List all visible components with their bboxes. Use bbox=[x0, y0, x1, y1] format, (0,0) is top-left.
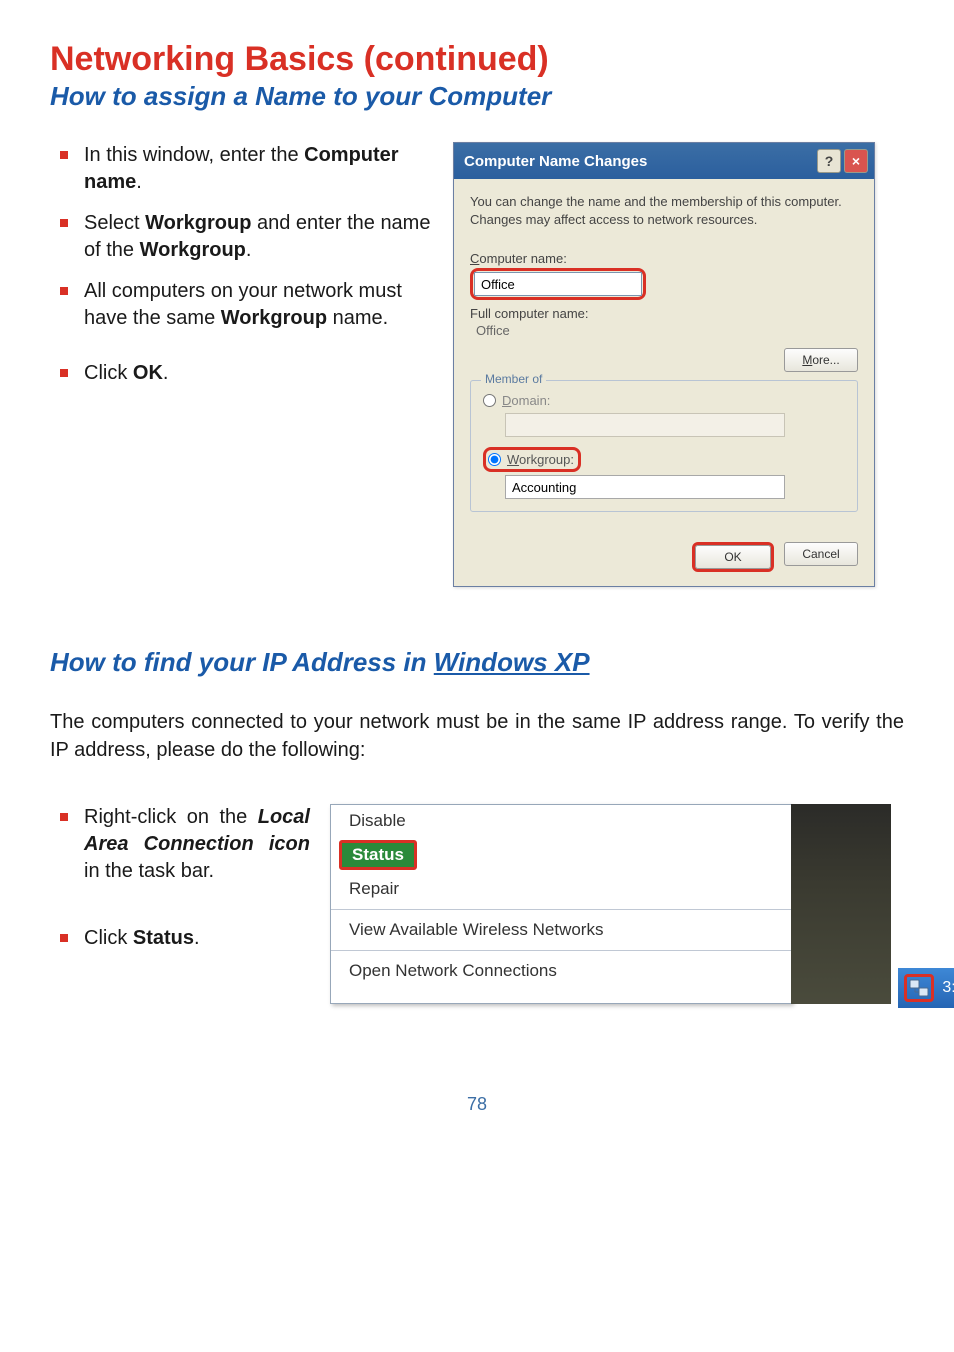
list-item: Click OK. bbox=[50, 360, 435, 387]
instruction-list-top: In this window, enter the Computer name.… bbox=[50, 142, 435, 401]
list-item: All computers on your network must have … bbox=[50, 278, 435, 332]
dialog-title-text: Computer Name Changes bbox=[464, 153, 647, 170]
full-computer-name-value: Office bbox=[476, 323, 858, 338]
network-tray-icon[interactable] bbox=[909, 979, 929, 997]
menu-separator bbox=[331, 950, 791, 951]
menu-item-open-connections[interactable]: Open Network Connections bbox=[331, 955, 791, 987]
list-item: Click Status. bbox=[50, 925, 310, 952]
close-button[interactable]: × bbox=[844, 149, 868, 173]
taskbar: 3:05 PM bbox=[898, 968, 954, 1008]
more-button[interactable]: More... bbox=[784, 348, 858, 372]
desktop-background bbox=[791, 804, 891, 1004]
computer-name-label: Computer name: bbox=[470, 251, 858, 266]
workgroup-radio[interactable] bbox=[488, 453, 501, 466]
computer-name-dialog: Computer Name Changes ? × You can change… bbox=[453, 142, 875, 587]
status-highlight: Status bbox=[339, 840, 417, 870]
member-of-group: Member of Domain: Workgroup: bbox=[470, 380, 858, 512]
ok-highlight: OK bbox=[692, 542, 774, 572]
domain-input[interactable] bbox=[505, 413, 785, 437]
domain-radio[interactable] bbox=[483, 394, 496, 407]
group-title: Member of bbox=[481, 372, 546, 386]
dialog-description: You can change the name and the membersh… bbox=[470, 193, 858, 229]
domain-radio-row[interactable]: Domain: bbox=[483, 393, 845, 408]
menu-item-status[interactable]: Status bbox=[339, 840, 783, 870]
list-item: Select Workgroup and enter the name of t… bbox=[50, 210, 435, 264]
taskbar-clock: 3:05 PM bbox=[942, 979, 954, 997]
full-computer-name-label: Full computer name: bbox=[470, 306, 858, 321]
menu-item-view-networks[interactable]: View Available Wireless Networks bbox=[331, 914, 791, 946]
ip-intro-text: The computers connected to your network … bbox=[50, 708, 904, 764]
help-button[interactable]: ? bbox=[817, 149, 841, 173]
ok-button[interactable]: OK bbox=[695, 545, 771, 569]
page-number: 78 bbox=[50, 1094, 904, 1115]
cancel-button[interactable]: Cancel bbox=[784, 542, 858, 566]
page-title: Networking Basics (continued) bbox=[50, 40, 904, 79]
workgroup-label: Workgroup: bbox=[507, 452, 574, 467]
bullet-icon bbox=[60, 934, 68, 942]
list-item: Right-click on the Local Area Connection… bbox=[50, 804, 310, 885]
computer-name-highlight bbox=[470, 268, 646, 300]
list-item: In this window, enter the Computer name. bbox=[50, 142, 435, 196]
menu-item-disable[interactable]: Disable bbox=[331, 805, 791, 837]
instruction-list-bottom: Right-click on the Local Area Connection… bbox=[50, 804, 310, 966]
menu-separator bbox=[331, 909, 791, 910]
workgroup-highlight: Workgroup: bbox=[483, 447, 581, 472]
tray-icon-highlight bbox=[904, 974, 934, 1002]
context-menu: Disable Status Repair View Available Wir… bbox=[330, 804, 792, 1004]
bullet-icon bbox=[60, 369, 68, 377]
domain-label: Domain: bbox=[502, 393, 550, 408]
workgroup-radio-row[interactable]: Workgroup: bbox=[488, 452, 574, 467]
dialog-titlebar: Computer Name Changes ? × bbox=[454, 143, 874, 179]
bullet-icon bbox=[60, 151, 68, 159]
workgroup-input[interactable] bbox=[505, 475, 785, 499]
menu-item-repair[interactable]: Repair bbox=[331, 873, 791, 905]
bullet-icon bbox=[60, 219, 68, 227]
bullet-icon bbox=[60, 287, 68, 295]
bullet-icon bbox=[60, 813, 68, 821]
section-heading-ip: How to find your IP Address in Windows X… bbox=[50, 647, 904, 678]
computer-name-input[interactable] bbox=[474, 272, 642, 296]
section-heading-assign-name: How to assign a Name to your Computer bbox=[50, 81, 904, 112]
